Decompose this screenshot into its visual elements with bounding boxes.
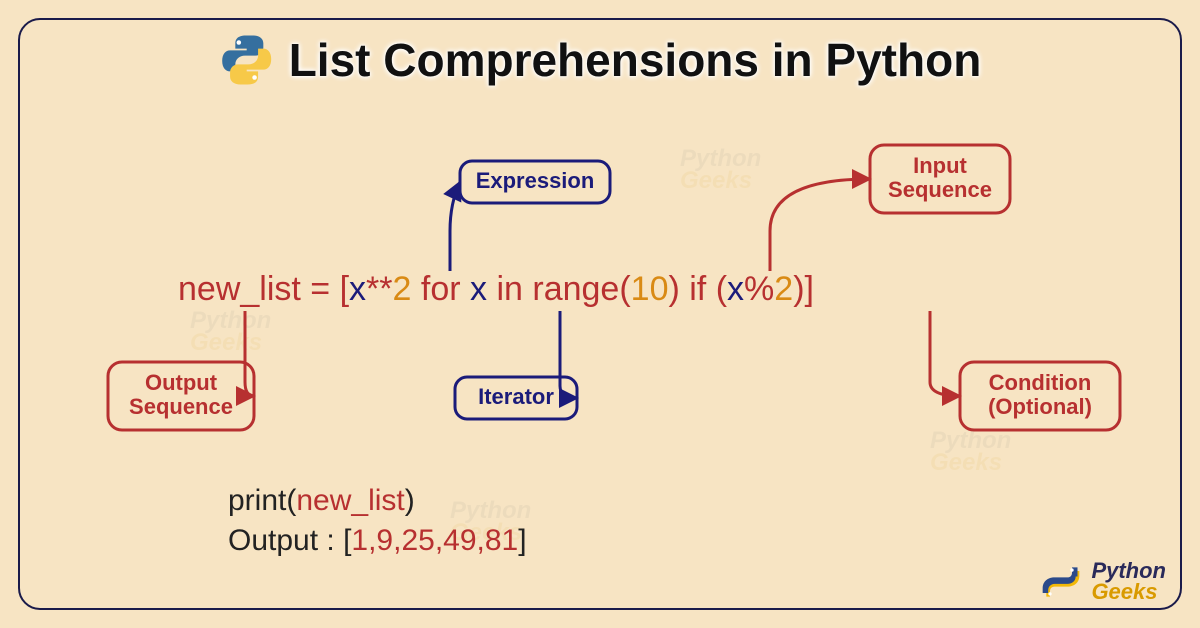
python-snakes-icon xyxy=(1039,560,1083,604)
input-sequence-box-label: Sequence xyxy=(888,177,992,202)
arrow-condition xyxy=(930,311,960,396)
arrow-iterator xyxy=(560,311,577,398)
output-line: Output : [1,9,25,49,81] xyxy=(228,524,527,557)
input-sequence-box-label: Input xyxy=(913,153,967,178)
output-sequence-box-label: Sequence xyxy=(129,394,233,419)
print-line: print(new_list) xyxy=(228,484,415,517)
condition-box-label: Condition xyxy=(989,370,1092,395)
arrow-expression xyxy=(450,182,460,271)
arrow-input xyxy=(770,179,870,271)
diagram-svg: ExpressionInputSequenceOutputSequenceIte… xyxy=(0,0,1200,628)
code-line: new_list = [x**2 for x in range(10) if (… xyxy=(178,270,814,308)
condition-box-label: (Optional) xyxy=(988,394,1092,419)
expression-box-label: Expression xyxy=(476,168,595,193)
iterator-box-label: Iterator xyxy=(478,384,554,409)
brand-logo: Python Geeks xyxy=(1039,560,1166,604)
output-sequence-box-label: Output xyxy=(145,370,218,395)
brand-text: Python Geeks xyxy=(1091,561,1166,603)
